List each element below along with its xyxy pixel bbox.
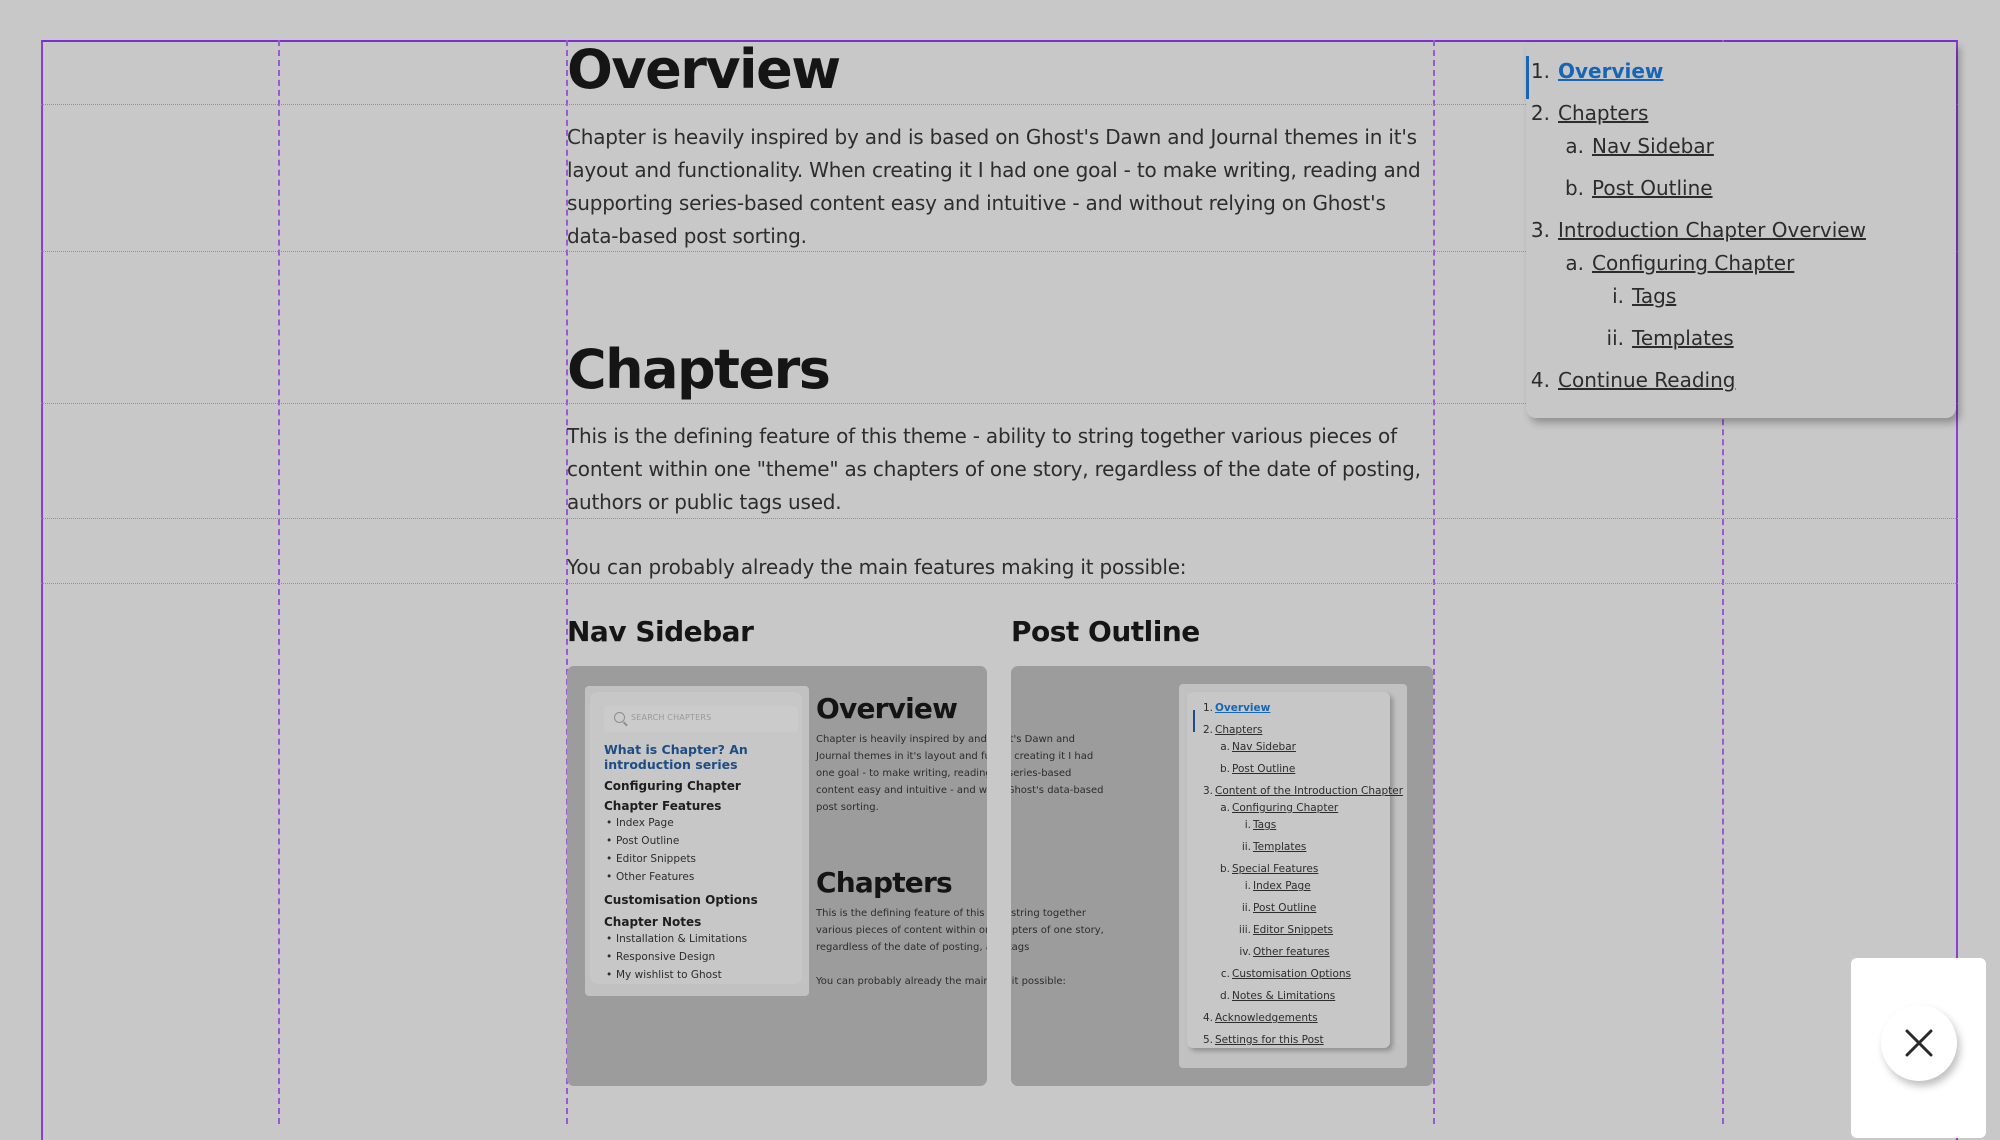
preview-heading: Chapters [816,866,953,899]
toc-item-number: 2. [1530,101,1550,125]
chapters-paragraph: This is the defining feature of this the… [567,424,1421,514]
nav-item: Configuring Chapter [604,779,741,793]
toc-item-number: i. [1612,284,1624,308]
toc-item-link[interactable]: Configuring Chapter [1592,251,1794,275]
nav-item: Customisation Options [604,893,758,907]
nav-subitem: Post Outline [604,832,804,850]
toc-item-link[interactable]: Nav Sidebar [1592,134,1714,158]
nav-subitem: Index Page [604,814,804,832]
grid-column-line [278,40,280,1124]
toc-item-number: 1. [1530,59,1550,83]
post-outline-panel: 1. Overview 2. Chapters a. Nav Sidebar b. Post … [1179,684,1407,1068]
preview-paragraph: You can probably already the main featur… [1011,976,1066,987]
close-icon [1905,1029,1933,1057]
nav-sidebar-heading: Nav Sidebar [567,615,754,648]
post-outline-heading: Post Outline [1011,615,1200,648]
close-button[interactable] [1881,1005,1957,1081]
toc-item-number: 4. [1530,368,1550,392]
search-icon [614,712,625,723]
preview-paragraph: Chapter is heavily inspired by and is ba… [816,734,987,813]
toc-item-link[interactable]: Tags [1632,284,1676,308]
toc-item-link[interactable]: Templates [1632,326,1734,350]
toc-item-link[interactable]: Chapters [1558,101,1648,125]
toc-item-number: ii. [1606,326,1624,350]
toc-item-number: a. [1565,134,1584,158]
chapters-paragraph-2: You can probably already the main featur… [567,555,1187,579]
toc-item-number: b. [1564,176,1584,200]
preview-heading: Overview [816,692,958,725]
toc-item-link[interactable]: Post Outline [1592,176,1713,200]
nav-subitem: My wishlist to Ghost [604,966,804,984]
table-of-contents: 1. Overview 2. Chapters a. Nav Sidebar b. Post … [1526,42,1956,418]
toc-item-link[interactable]: Introduction Chapter Overview [1558,218,1866,242]
search-chapters-input: SEARCH CHAPTERS [604,706,798,732]
preview-paragraph: This is the defining feature of this the… [1011,908,1104,953]
nav-sidebar-preview-image: SEARCH CHAPTERS What is Chapter? An intr… [567,666,987,1086]
toc-item-number: 3. [1530,218,1550,242]
preview-article: Overview Chapter is heavily inspired by … [816,692,987,990]
preview-paragraph: Chapter is heavily inspired by and is ba… [1011,734,1104,796]
overview-heading: Overview [567,38,841,101]
overview-paragraph: Chapter is heavily inspired by and is ba… [567,125,1421,248]
chapters-heading: Chapters [567,338,831,401]
nav-item: Chapter Notes [604,915,702,929]
nav-subitem: Editor Snippets [604,850,804,868]
preview-paragraph: This is the defining feature of this the… [816,905,987,956]
toc-item-link[interactable]: Overview [1558,59,1663,83]
nav-subitem: Other Features [604,868,804,886]
active-indicator [1526,56,1529,99]
search-placeholder: SEARCH CHAPTERS [631,713,712,722]
toc-item-link[interactable]: Continue Reading [1558,368,1735,392]
nav-item: Chapter Features [604,799,722,813]
nav-subitem: Responsive Design [604,948,804,966]
active-indicator [1193,710,1195,732]
preview-paragraph: You can probably already the main featur… [816,976,987,987]
nav-subitem: Installation & Limitations [604,930,804,948]
toc-item-number: a. [1565,251,1584,275]
post-outline-preview-image: Overview Chapter is heavily inspired by … [1011,666,1433,1086]
nav-sidebar-panel: SEARCH CHAPTERS What is Chapter? An intr… [585,686,809,996]
nav-sidebar-list: What is Chapter? An introduction series … [604,742,804,984]
series-title: What is Chapter? An introduction series [604,742,748,772]
preview-article: Overview Chapter is heavily inspired by … [1011,692,1110,990]
